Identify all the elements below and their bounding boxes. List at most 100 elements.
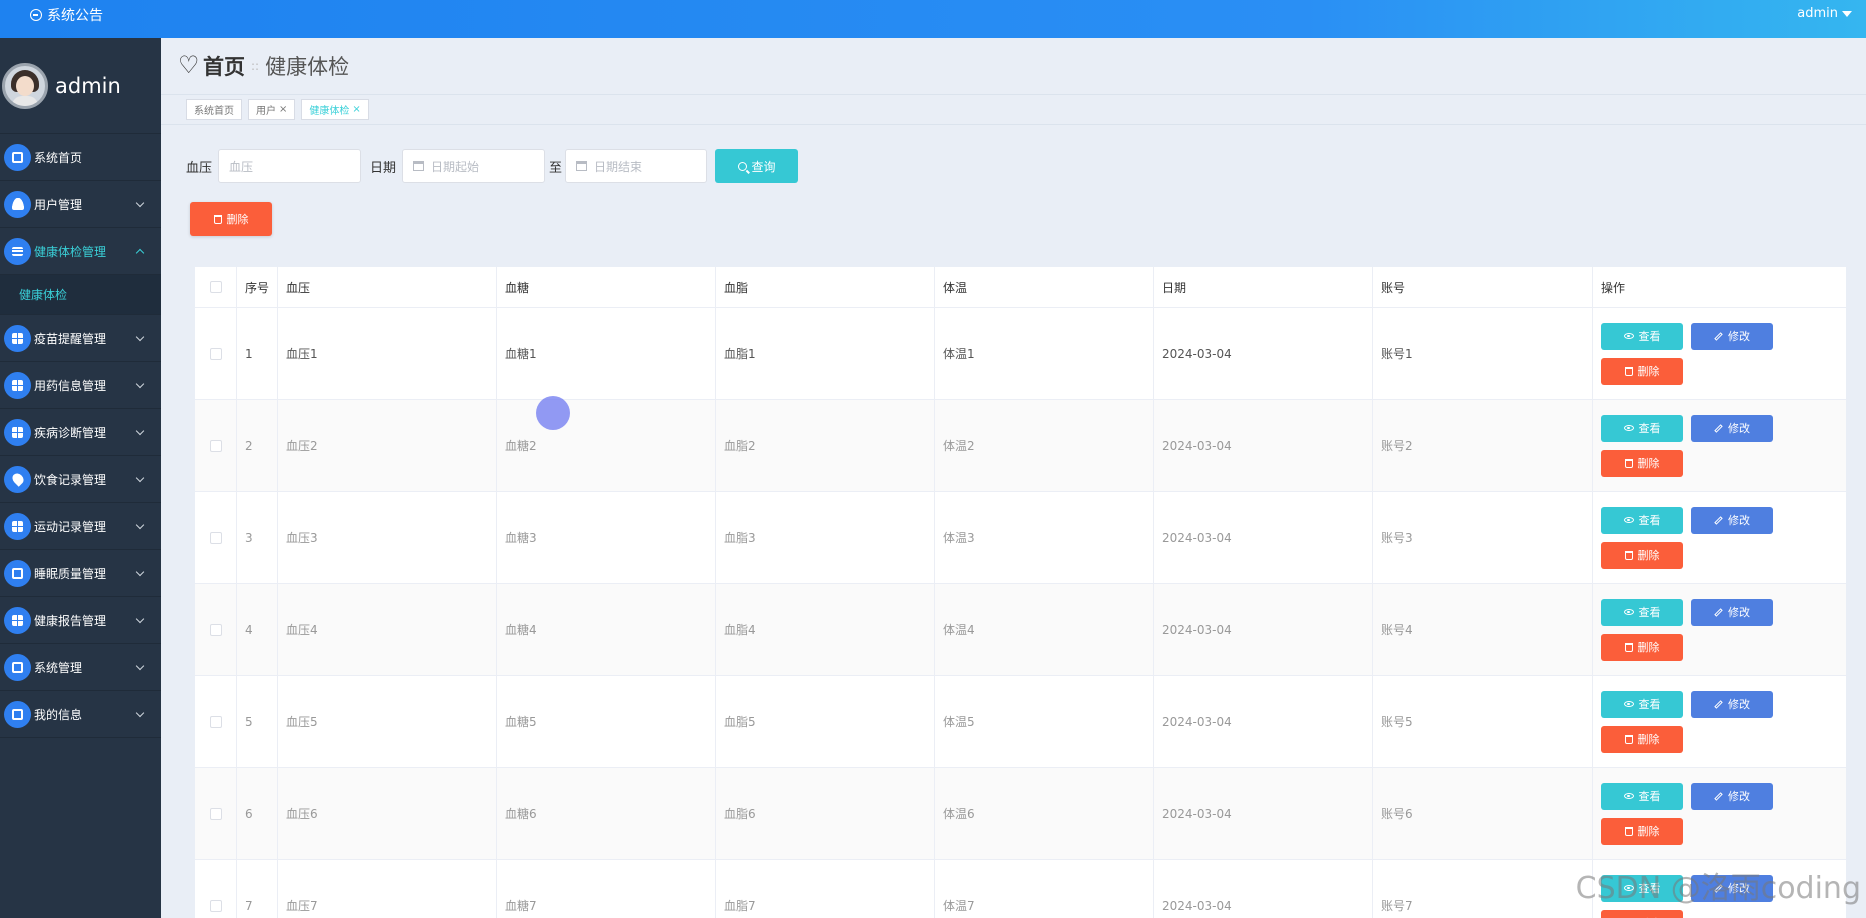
ops-row: 查看 修改 [1601,414,1773,442]
date-end-input[interactable]: 日期结束 [565,149,708,183]
cell-no: 6 [237,768,278,859]
header-lipid: 血脂 [716,267,935,307]
row-checkbox[interactable] [209,715,222,728]
chevron-down-icon [135,426,145,436]
date-start-input[interactable]: 日期起始 [402,149,546,183]
sidebar-item-health-check[interactable]: 健康体检管理 [0,228,161,275]
query-button[interactable]: 查询 [715,149,799,183]
delete-button[interactable]: 删除 [1601,357,1683,385]
row-select-cell [195,860,237,918]
ops-row: 查看 修改 [1601,782,1773,810]
search-form: 血压 血压 日期 日期起始 至 日期结束 查询 [186,149,799,183]
cell-sugar: 血糖4 [497,584,716,675]
row-checkbox[interactable] [209,899,222,912]
trash-icon [1624,550,1633,560]
sidebar-item-exercise[interactable]: 运动记录管理 [0,503,161,550]
sidebar-item-label: 疾病诊断管理 [34,425,107,440]
trash-icon [1624,734,1633,744]
row-checkbox[interactable] [209,531,222,544]
row-checkbox[interactable] [209,807,222,820]
sidebar-subitem-health-check[interactable]: 健康体检 [0,275,161,315]
delete-button[interactable]: 删除 [1601,541,1683,569]
view-button[interactable]: 查看 [1601,414,1683,442]
cell-temp: 体温1 [935,308,1154,399]
sidebar-item-my-info[interactable]: 我的信息 [0,691,161,738]
edit-button[interactable]: 修改 [1691,598,1773,626]
delete-button[interactable]: 删除 [1601,909,1683,918]
sidebar-item-diagnosis[interactable]: 疾病诊断管理 [0,409,161,456]
system-notice[interactable]: 系统公告 [30,5,103,25]
cell-ops: 查看 修改删除 [1593,676,1846,767]
delete-button[interactable]: 删除 [1601,725,1683,753]
tag-users[interactable]: 用户 × [248,99,296,120]
cell-no: 3 [237,492,278,583]
edit-icon [1714,607,1723,617]
close-icon[interactable]: × [352,104,360,115]
sidebar-item-report[interactable]: 健康报告管理 [0,597,161,644]
batch-delete-button[interactable]: 删除 [190,202,272,236]
cell-date: 2024-03-04 [1154,860,1373,918]
row-checkbox[interactable] [209,439,222,452]
edit-button[interactable]: 修改 [1691,414,1773,442]
sidebar-item-label: 运动记录管理 [34,519,107,534]
table-row: 3 血压3 血糖3 血脂3 体温3 2024-03-04 账号3 查看 修改 删除 [195,492,1846,584]
sidebar-item-vaccine[interactable]: 疫苗提醒管理 [0,315,161,362]
sidebar-item-system[interactable]: 系统管理 [0,644,161,691]
grid-icon [4,371,31,399]
sidebar-item-sleep[interactable]: 睡眠质量管理 [0,550,161,597]
delete-button[interactable]: 删除 [1601,817,1683,845]
tag-system-home[interactable]: 系统首页 [186,99,242,120]
view-button[interactable]: 查看 [1601,690,1683,718]
edit-button-label: 修改 [1728,698,1750,711]
sidebar-item-label: 系统首页 [34,150,83,165]
edit-button[interactable]: 修改 [1691,506,1773,534]
sidebar-item-label: 睡眠质量管理 [34,566,107,581]
grid-icon [4,606,31,634]
tag-health-check[interactable]: 健康体检 × [301,99,369,120]
table-row: 6 血压6 血糖6 血脂6 体温6 2024-03-04 账号6 查看 修改 删除 [195,768,1846,860]
cell-bp: 血压2 [278,400,497,491]
sidebar-item-home[interactable]: 系统首页 [0,134,161,181]
breadcrumb-home[interactable]: 首页 [203,51,245,81]
view-button-label: 查看 [1638,606,1661,619]
row-checkbox[interactable] [209,347,222,360]
cell-date: 2024-03-04 [1154,492,1373,583]
close-icon[interactable]: × [279,104,287,115]
cell-account: 账号1 [1373,308,1593,399]
delete-button[interactable]: 删除 [1601,633,1683,661]
bp-input[interactable]: 血压 [218,149,362,183]
view-button[interactable]: 查看 [1601,506,1683,534]
edit-icon [1714,699,1723,709]
edit-button[interactable]: 修改 [1691,782,1773,810]
cell-date: 2024-03-04 [1154,400,1373,491]
sidebar-item-medication[interactable]: 用药信息管理 [0,362,161,409]
cell-bp: 血压4 [278,584,497,675]
breadcrumb: 首页 :: 健康体检 [161,38,1866,94]
cell-account: 账号5 [1373,676,1593,767]
row-checkbox[interactable] [209,623,222,636]
view-button[interactable]: 查看 [1601,598,1683,626]
header-ops: 操作 [1601,280,1626,295]
sidebar-item-users[interactable]: 用户管理 [0,181,161,228]
tags-view: 系统首页 用户 × 健康体检 × [161,94,1866,125]
view-button[interactable]: 查看 [1601,782,1683,810]
cell-lipid: 血脂5 [716,676,935,767]
header-temp: 体温 [935,267,1154,307]
cell-sugar: 血糖2 [497,400,716,491]
list-icon [4,237,31,265]
edit-button[interactable]: 修改 [1691,322,1773,350]
heart-icon [178,56,200,75]
sidebar-item-diet[interactable]: 饮食记录管理 [0,456,161,503]
date-start-placeholder: 日期起始 [431,159,480,174]
row-select-cell [195,400,237,491]
user-menu[interactable]: admin [1797,6,1852,21]
edit-button[interactable]: 修改 [1691,690,1773,718]
select-all-checkbox[interactable] [209,281,222,293]
row-select-cell [195,492,237,583]
top-bar: 系统公告 admin [0,0,1866,38]
view-button[interactable]: 查看 [1601,322,1683,350]
puzzle-icon [4,653,31,681]
delete-button[interactable]: 删除 [1601,449,1683,477]
breadcrumb-separator: :: [251,59,260,73]
cell-bp: 血压1 [278,308,497,399]
